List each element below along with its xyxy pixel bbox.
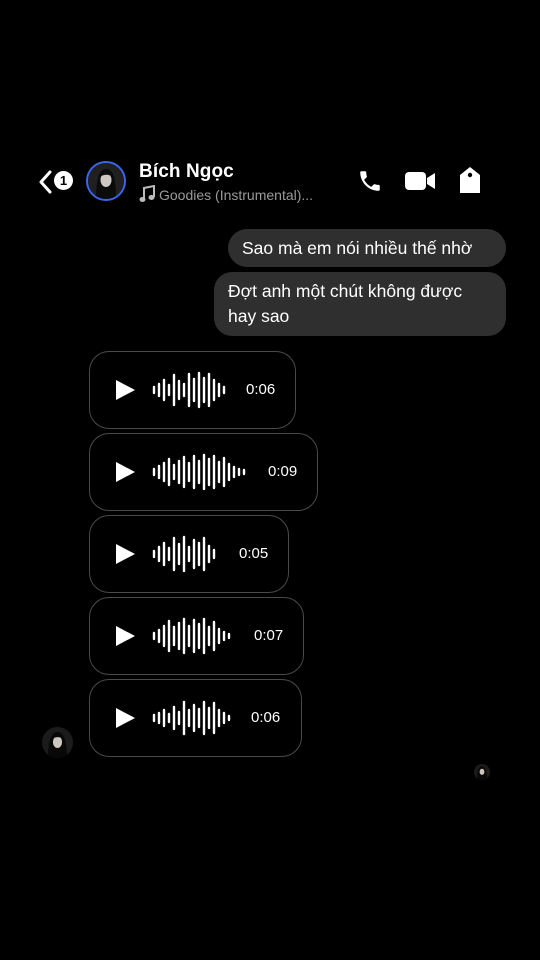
voice-duration: 0:06	[251, 709, 281, 726]
waveform-icon	[152, 371, 226, 409]
sender-avatar[interactable]	[42, 727, 73, 758]
message-text-line: Đợt anh một chút không được	[228, 281, 463, 301]
message-text-line: hay sao	[228, 306, 290, 326]
message-bubble[interactable]: Đợt anh một chút không được hay sao	[214, 272, 506, 336]
seen-receipt-avatar	[474, 764, 490, 780]
back-button[interactable]: 1	[38, 168, 78, 196]
now-playing-text: Goodies (Instrumental)...	[159, 187, 314, 203]
music-note-icon	[139, 184, 155, 202]
voice-message[interactable]: 0:09	[89, 433, 318, 511]
avatar-image	[88, 163, 124, 199]
contact-name[interactable]: Bích Ngọc	[139, 161, 234, 183]
tag-icon[interactable]	[458, 166, 482, 194]
waveform-icon	[152, 700, 231, 736]
voice-duration: 0:09	[268, 463, 298, 480]
unread-badge: 1	[54, 171, 73, 190]
voice-message[interactable]: 0:07	[89, 597, 304, 675]
voice-message[interactable]: 0:06	[89, 351, 296, 429]
play-icon[interactable]	[114, 625, 136, 647]
phone-icon[interactable]	[357, 168, 383, 194]
play-icon[interactable]	[114, 461, 136, 483]
voice-message[interactable]: 0:06	[89, 679, 302, 757]
avatar-image	[474, 764, 490, 780]
waveform-icon	[152, 617, 231, 655]
play-icon[interactable]	[114, 707, 136, 729]
contact-avatar[interactable]	[86, 161, 126, 201]
chevron-left-icon	[39, 170, 52, 194]
voice-duration: 0:05	[239, 545, 269, 562]
waveform-icon	[152, 535, 216, 573]
waveform-icon	[152, 453, 246, 491]
message-text: Sao mà em nói nhiều thế nhờ	[242, 238, 473, 258]
now-playing[interactable]: Goodies (Instrumental)...	[139, 184, 314, 203]
voice-duration: 0:07	[254, 627, 284, 644]
message-bubble[interactable]: Sao mà em nói nhiều thế nhờ	[228, 229, 506, 267]
avatar-image	[42, 727, 73, 758]
play-icon[interactable]	[114, 543, 136, 565]
voice-message[interactable]: 0:05	[89, 515, 289, 593]
voice-duration: 0:06	[246, 381, 276, 398]
chat-header: 1 Bích Ngọc Goodies (Instrumental)...	[0, 156, 540, 208]
play-icon[interactable]	[114, 379, 136, 401]
video-call-icon[interactable]	[404, 170, 436, 192]
